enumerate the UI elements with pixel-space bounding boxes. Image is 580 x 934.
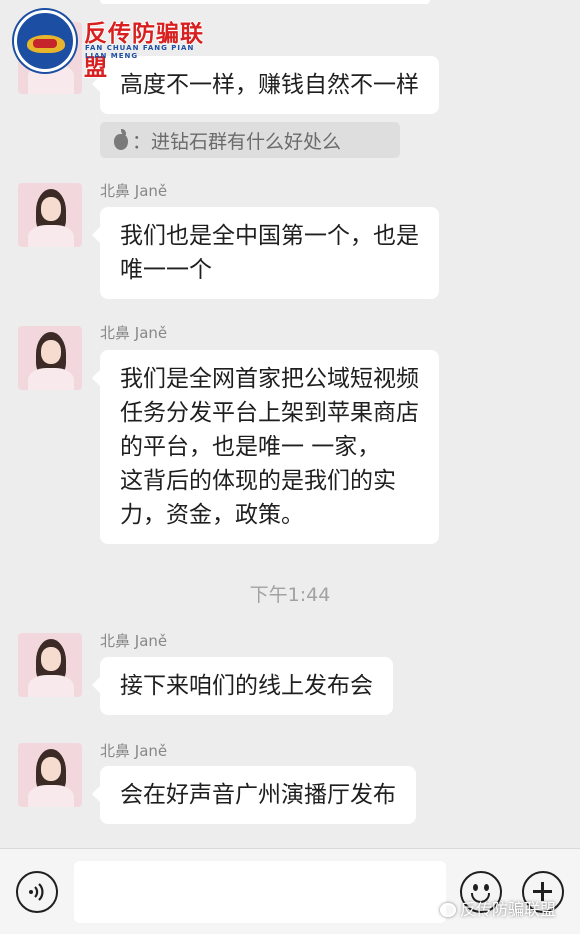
sender-name: 北鼻 Janě [100, 324, 168, 342]
quote-reference[interactable]: ：进钻石群有什么好处么 [100, 122, 400, 158]
logo-badge-icon [14, 10, 76, 72]
watermark-logo: 反传防骗联盟 FAN CHUAN FANG PIAN LIAN MENG [6, 4, 216, 81]
sender-name: 北鼻 Janě [100, 742, 168, 760]
quote-text: ：进钻石群有什么好处么 [132, 131, 342, 153]
message-bubble[interactable]: 我们也是全中国第一个，也是 唯一一个 [92, 207, 439, 299]
apple-icon [114, 129, 128, 150]
sender-name: 北鼻 Janě [100, 182, 168, 200]
message-bubble[interactable]: 我们是全网首家把公域短视频 任务分发平台上架到苹果商店 的平台，也是唯一 一家，… [92, 350, 439, 544]
input-bar [0, 848, 580, 934]
avatar[interactable] [18, 326, 82, 390]
message-bubble[interactable]: 接下来咱们的线上发布会 [92, 657, 393, 715]
logo-subtitle: FAN CHUAN FANG PIAN LIAN MENG [85, 44, 195, 60]
timestamp: 下午1:44 [249, 584, 331, 606]
footer-watermark: 反传防骗联盟 [440, 896, 556, 920]
voice-icon[interactable] [16, 871, 58, 913]
message-input[interactable] [74, 861, 446, 923]
sender-name: 北鼻 Janě [100, 632, 168, 650]
avatar[interactable] [18, 183, 82, 247]
wechat-icon [440, 903, 456, 917]
avatar[interactable] [18, 633, 82, 697]
message-bubble[interactable]: 会在好声音广州演播厅发布 [92, 766, 416, 824]
avatar[interactable] [18, 743, 82, 807]
